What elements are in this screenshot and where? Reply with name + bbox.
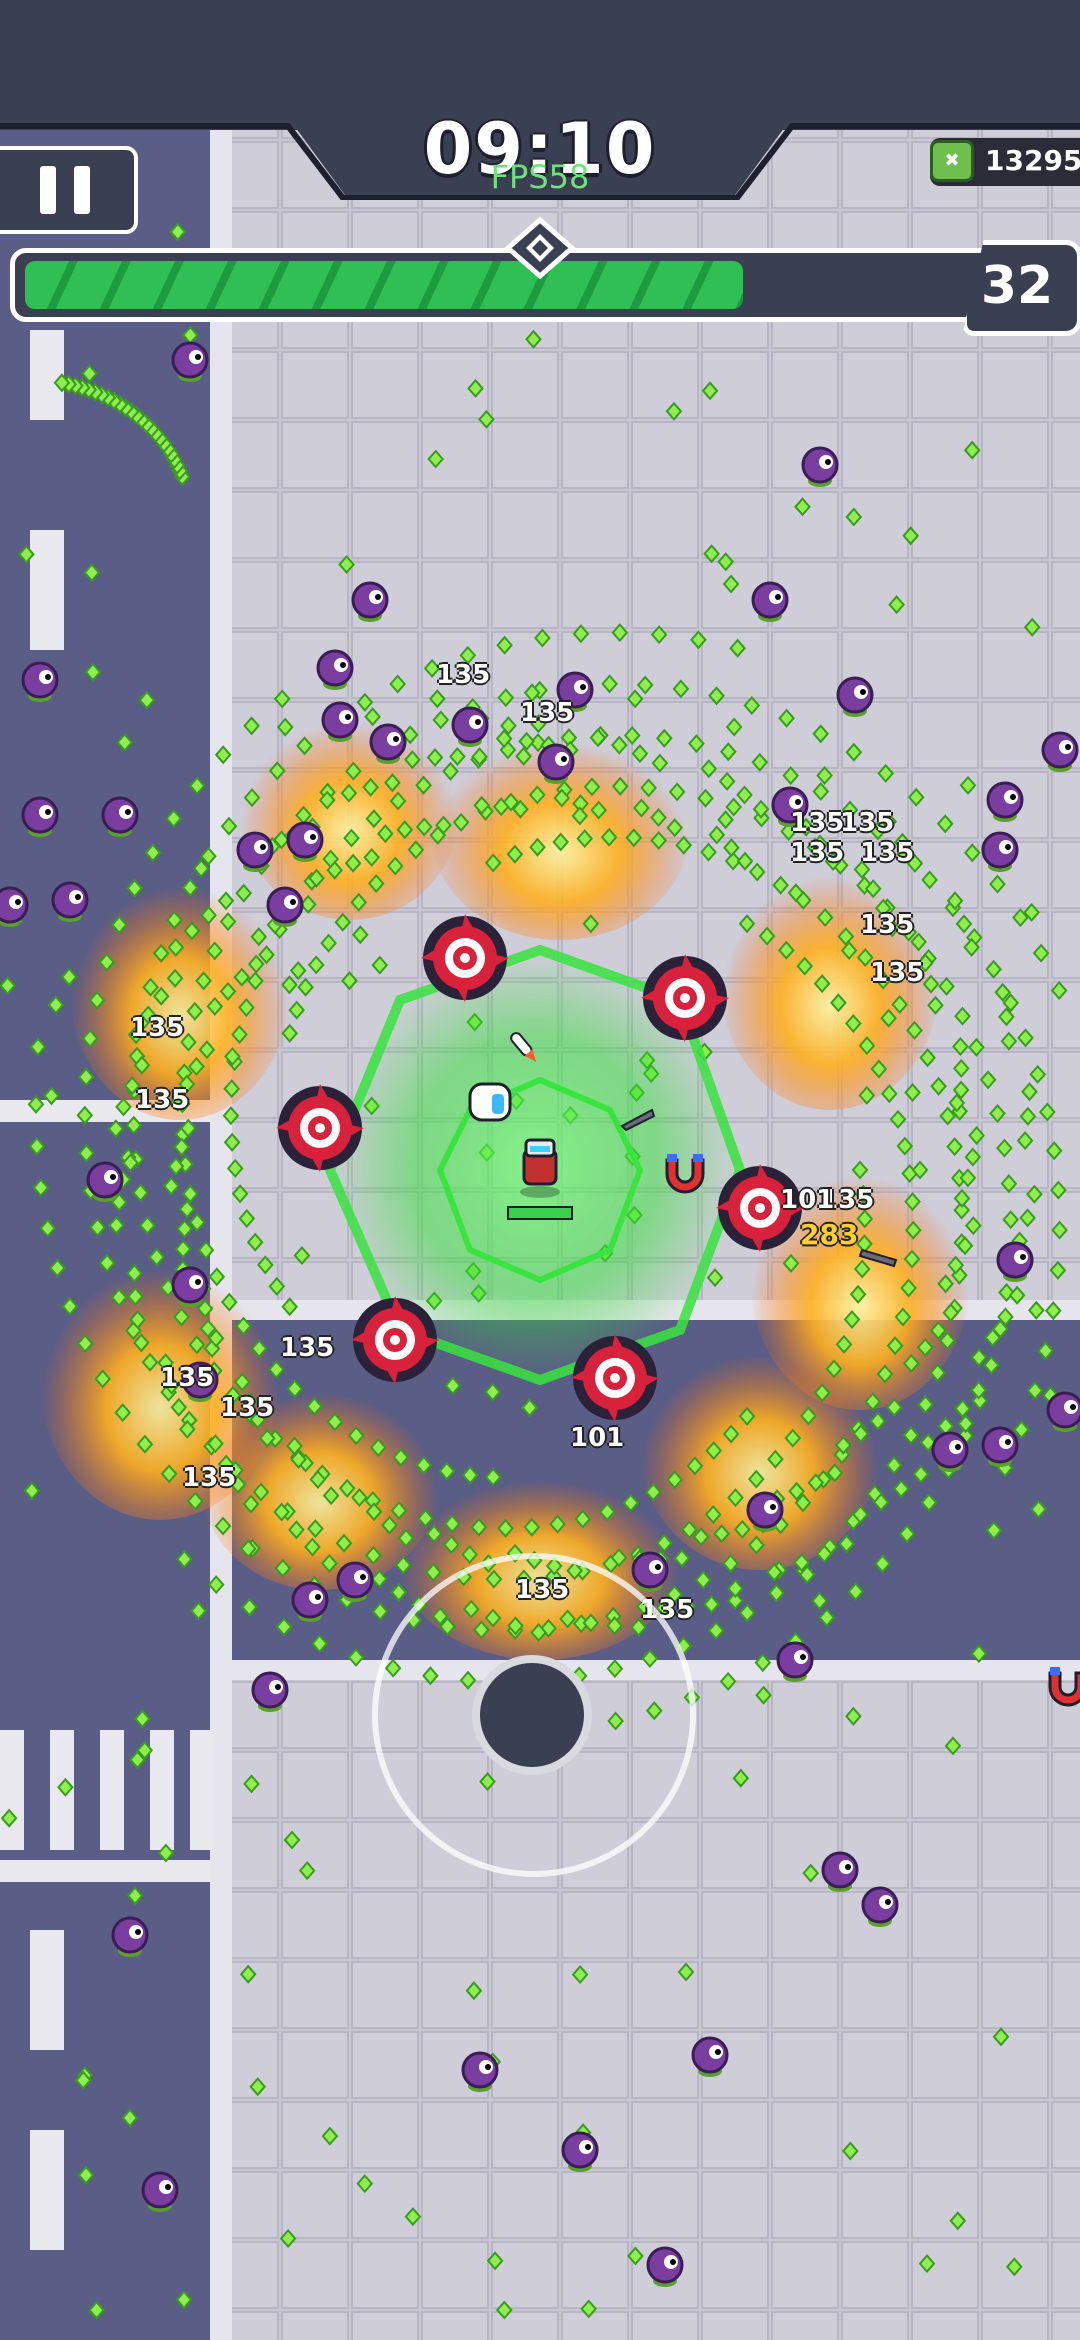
- level-number: 32: [980, 256, 1054, 316]
- damage-number: 135: [135, 1085, 190, 1115]
- damage-number: 135: [790, 808, 845, 838]
- damage-number: 135: [436, 660, 491, 690]
- damage-number: 135: [160, 1363, 215, 1393]
- damage-number: 135: [790, 838, 845, 868]
- enemy-icon: [981, 831, 1019, 874]
- enemy-icon: [286, 821, 324, 864]
- enemy-icon: [631, 1551, 669, 1594]
- enemy-icon: [336, 1561, 374, 1604]
- enemy-icon: [691, 2036, 729, 2079]
- enemy-icon: [537, 743, 575, 786]
- damage-number: 135: [860, 910, 915, 940]
- enemy-icon: [981, 1426, 1019, 1469]
- enemy-icon: [801, 446, 839, 489]
- damage-number: 283: [800, 1218, 859, 1251]
- enemy-icon: [931, 1431, 969, 1474]
- damage-number: 135: [870, 958, 925, 988]
- damage-number: 101: [570, 1423, 625, 1453]
- game-world: [0, 0, 1080, 2340]
- enemy-icon: [321, 701, 359, 744]
- enemy-icon: [861, 1886, 899, 1929]
- enemy-icon: [86, 1161, 124, 1204]
- enemy-icon: [451, 706, 489, 749]
- enemy-icon: [251, 1671, 289, 1714]
- damage-number: 135: [280, 1333, 335, 1363]
- enemy-icon: [369, 723, 407, 766]
- damage-number: 135: [182, 1463, 237, 1493]
- enemy-icon: [461, 2051, 499, 2094]
- damage-number: 135: [840, 808, 895, 838]
- damage-number: 135: [860, 838, 915, 868]
- player-icon: [520, 1138, 560, 1198]
- enemy-icon: [171, 341, 209, 384]
- coin-icon: ✖: [930, 140, 974, 182]
- enemy-icon: [236, 831, 274, 874]
- enemy-icon: [171, 1266, 209, 1309]
- enemy-icon: [291, 1581, 329, 1624]
- enemy-icon: [266, 886, 304, 929]
- enemy-icon: [51, 881, 89, 924]
- enemy-icon: [101, 796, 139, 839]
- enemy-icon: [351, 581, 389, 624]
- joystick-knob[interactable]: [472, 1655, 592, 1775]
- player-health-bar: [507, 1206, 573, 1220]
- damage-number: 101: [780, 1185, 835, 1215]
- xp-bar-fill: [25, 261, 743, 309]
- coin-count-text: 13295: [985, 144, 1080, 177]
- level-diamond-icon: [504, 216, 576, 280]
- enemy-icon: [21, 796, 59, 839]
- enemy-icon: [746, 1491, 784, 1534]
- enemy-icon: [776, 1641, 814, 1684]
- enemy-icon: [836, 676, 874, 719]
- enemy-icon: [21, 661, 59, 704]
- enemy-icon: [996, 1241, 1034, 1284]
- enemy-icon: [751, 581, 789, 624]
- damage-number: 135: [220, 1393, 275, 1423]
- damage-number: 135: [520, 698, 575, 728]
- damage-number: 135: [130, 1013, 185, 1043]
- enemy-icon: [1041, 731, 1079, 774]
- enemy-icon: [141, 2171, 179, 2214]
- drone-icon: [468, 1082, 512, 1122]
- enemy-icon: [561, 2131, 599, 2174]
- enemy-icon: [111, 1916, 149, 1959]
- enemy-icon: [821, 1851, 859, 1894]
- fps-counter: FPS58: [490, 158, 590, 196]
- enemy-icon: [646, 2246, 684, 2289]
- enemy-icon: [986, 781, 1024, 824]
- enemy-icon: [316, 649, 354, 692]
